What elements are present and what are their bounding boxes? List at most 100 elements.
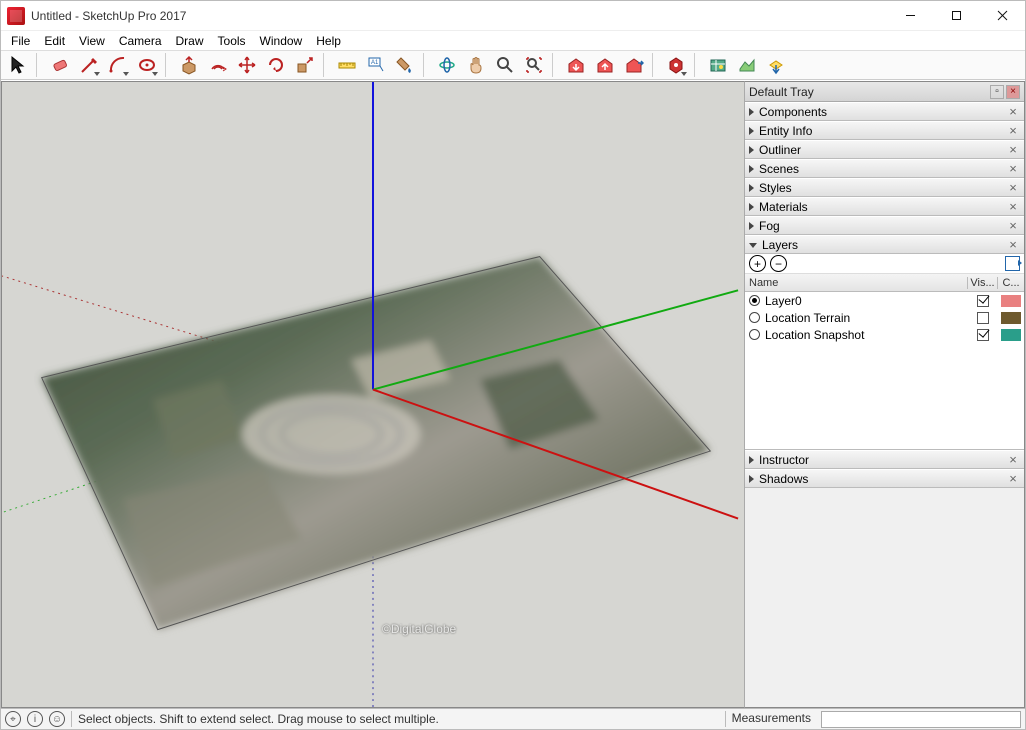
- tool-arc[interactable]: [105, 52, 131, 78]
- tool-extension-warehouse[interactable]: [663, 52, 689, 78]
- status-geolocation-icon[interactable]: ⌖: [5, 711, 21, 727]
- tool-pushpull[interactable]: [176, 52, 202, 78]
- layer-visible[interactable]: [968, 312, 998, 324]
- svg-text:A1: A1: [371, 60, 379, 66]
- tool-zoom[interactable]: [492, 52, 518, 78]
- panel-entity-info[interactable]: Entity Info×: [745, 121, 1024, 140]
- close-icon[interactable]: ×: [1006, 143, 1020, 157]
- remove-layer-button[interactable]: −: [770, 255, 787, 272]
- close-button[interactable]: [979, 1, 1025, 30]
- panel-components[interactable]: Components×: [745, 102, 1024, 121]
- tool-orbit[interactable]: [434, 52, 460, 78]
- panel-fog[interactable]: Fog×: [745, 216, 1024, 235]
- close-icon[interactable]: ×: [1006, 162, 1020, 176]
- panel-layers[interactable]: Layers×: [745, 235, 1024, 254]
- minimize-button[interactable]: [887, 1, 933, 30]
- menu-tools[interactable]: Tools: [212, 32, 252, 50]
- close-icon[interactable]: ×: [1006, 124, 1020, 138]
- panel-outliner[interactable]: Outliner×: [745, 140, 1024, 159]
- status-credits-icon[interactable]: i: [27, 711, 43, 727]
- close-icon[interactable]: ×: [1006, 453, 1020, 467]
- panel-scenes[interactable]: Scenes×: [745, 159, 1024, 178]
- tool-scale[interactable]: [292, 52, 318, 78]
- layer-row[interactable]: Location Snapshot: [745, 326, 1024, 343]
- window-controls: [887, 1, 1025, 30]
- tool-tape[interactable]: [334, 52, 360, 78]
- toolbar: A1: [1, 50, 1025, 80]
- layer-color-swatch[interactable]: [1001, 295, 1021, 307]
- menu-draw[interactable]: Draw: [170, 32, 210, 50]
- panel-styles[interactable]: Styles×: [745, 178, 1024, 197]
- tray-pin-icon[interactable]: ▫: [990, 85, 1004, 99]
- tray-title-label: Default Tray: [749, 85, 814, 99]
- tool-pan[interactable]: [463, 52, 489, 78]
- menu-edit[interactable]: Edit: [38, 32, 71, 50]
- tray-close-icon[interactable]: ×: [1006, 85, 1020, 99]
- close-icon[interactable]: ×: [1006, 238, 1020, 252]
- tool-select[interactable]: [5, 52, 31, 78]
- menu-window[interactable]: Window: [254, 32, 309, 50]
- close-icon[interactable]: ×: [1006, 181, 1020, 195]
- measurements-label: Measurements: [725, 711, 815, 727]
- measurements-input[interactable]: [821, 711, 1021, 728]
- tool-add-location[interactable]: [705, 52, 731, 78]
- layers-list: Layer0 Location Terrain Location Snapshot: [745, 292, 1024, 343]
- tool-warehouse-get[interactable]: [563, 52, 589, 78]
- tool-share-model[interactable]: [621, 52, 647, 78]
- layers-toolbar: + −: [745, 254, 1024, 274]
- layer-radio[interactable]: [749, 312, 760, 323]
- menu-file[interactable]: File: [5, 32, 36, 50]
- layers-panel-body: + − Name Vis... C... Layer0 Location Terr…: [745, 254, 1024, 450]
- tool-zoom-extents[interactable]: [521, 52, 547, 78]
- close-icon[interactable]: ×: [1006, 219, 1020, 233]
- menu-help[interactable]: Help: [310, 32, 347, 50]
- col-color[interactable]: C...: [998, 277, 1024, 289]
- close-icon[interactable]: ×: [1006, 472, 1020, 486]
- panel-shadows[interactable]: Shadows×: [745, 469, 1024, 488]
- tool-line[interactable]: [76, 52, 102, 78]
- viewport-watermark: ©DigitalGlobe: [382, 622, 456, 636]
- menu-view[interactable]: View: [73, 32, 111, 50]
- panel-instructor[interactable]: Instructor×: [745, 450, 1024, 469]
- maximize-button[interactable]: [933, 1, 979, 30]
- layers-columns: Name Vis... C...: [745, 274, 1024, 292]
- layer-name: Location Terrain: [765, 311, 968, 325]
- col-name[interactable]: Name: [745, 277, 968, 289]
- layer-visible[interactable]: [968, 295, 998, 307]
- add-layer-button[interactable]: +: [749, 255, 766, 272]
- tray-title[interactable]: Default Tray ▫ ×: [745, 82, 1024, 102]
- window-title: Untitled - SketchUp Pro 2017: [31, 9, 186, 23]
- panel-materials[interactable]: Materials×: [745, 197, 1024, 216]
- tool-eraser[interactable]: [47, 52, 73, 78]
- tool-paint[interactable]: [392, 52, 418, 78]
- tool-photo-textures[interactable]: [763, 52, 789, 78]
- tool-warehouse-share[interactable]: [592, 52, 618, 78]
- layer-row[interactable]: Location Terrain: [745, 309, 1024, 326]
- close-icon[interactable]: ×: [1006, 105, 1020, 119]
- layer-radio[interactable]: [749, 295, 760, 306]
- tool-shapes[interactable]: [134, 52, 160, 78]
- layer-radio[interactable]: [749, 329, 760, 340]
- tool-offset[interactable]: [205, 52, 231, 78]
- scene-3d: [2, 82, 744, 707]
- tool-rotate[interactable]: [263, 52, 289, 78]
- layer-visible[interactable]: [968, 329, 998, 341]
- tool-toggle-terrain[interactable]: [734, 52, 760, 78]
- menu-camera[interactable]: Camera: [113, 32, 168, 50]
- tool-text[interactable]: A1: [363, 52, 389, 78]
- layer-color-swatch[interactable]: [1001, 312, 1021, 324]
- layer-name: Layer0: [765, 294, 968, 308]
- layer-name: Location Snapshot: [765, 328, 968, 342]
- menubar: File Edit View Camera Draw Tools Window …: [1, 31, 1025, 50]
- layer-color-swatch[interactable]: [1001, 329, 1021, 341]
- status-user-icon[interactable]: ☺: [49, 711, 65, 727]
- app-icon: [7, 7, 25, 25]
- layer-row[interactable]: Layer0: [745, 292, 1024, 309]
- status-bar: ⌖ i ☺ Select objects. Shift to extend se…: [1, 708, 1025, 729]
- tool-move[interactable]: [234, 52, 260, 78]
- main-area: ©DigitalGlobe Default Tray ▫ × Component…: [1, 81, 1025, 708]
- viewport-3d[interactable]: ©DigitalGlobe: [1, 81, 744, 708]
- close-icon[interactable]: ×: [1006, 200, 1020, 214]
- col-visible[interactable]: Vis...: [968, 277, 998, 289]
- layers-details-button[interactable]: [1005, 256, 1020, 271]
